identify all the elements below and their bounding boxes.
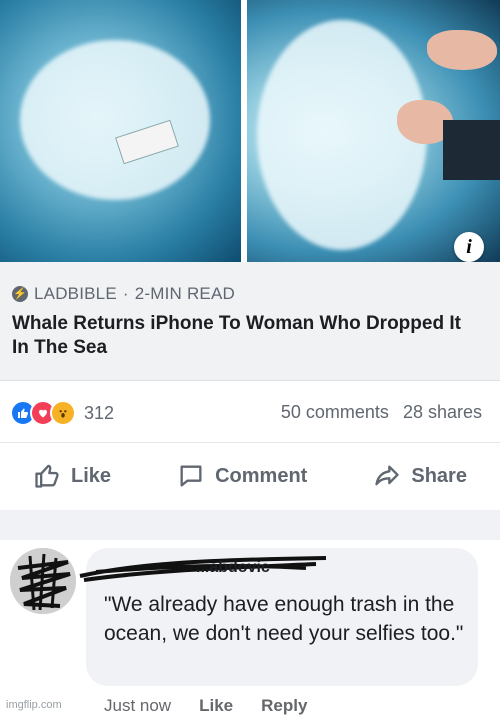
comment-like-link[interactable]: Like [199, 696, 233, 716]
thumbs-up-icon [35, 464, 59, 488]
engagement-stats: 312 50 comments 28 shares [0, 380, 500, 443]
source-name: LADBIBLE [34, 284, 117, 303]
avatar[interactable] [10, 548, 76, 614]
source-line: ⚡ LADBIBLE · 2-MIN READ [12, 284, 235, 304]
comment-time: Just now [104, 696, 172, 715]
share-label: Share [411, 464, 467, 487]
whale-photo-left [0, 0, 242, 262]
comment-label: Comment [215, 464, 308, 487]
share-button[interactable]: Share [373, 462, 467, 490]
read-time: 2-MIN READ [134, 284, 235, 303]
headline[interactable]: Whale Returns iPhone To Woman Who Droppe… [12, 312, 482, 360]
comment: ...abdovic "We already have enough trash… [0, 540, 500, 718]
reactions-summary[interactable]: 312 [10, 400, 114, 426]
stats-right: 50 comments 28 shares [281, 402, 482, 423]
whale-photo-right [247, 0, 500, 262]
like-label: Like [71, 464, 112, 487]
comments-count[interactable]: 50 comments [281, 402, 389, 423]
comment-actions: Just now Like Reply [104, 696, 307, 716]
scribbled-avatar-icon [10, 548, 76, 614]
reaction-count: 312 [84, 402, 115, 423]
comment-reply-link[interactable]: Reply [261, 696, 307, 716]
watermark: imgflip.com [6, 699, 62, 711]
separator: · [122, 284, 129, 303]
article-image[interactable]: i [0, 0, 500, 262]
hand-shape [427, 30, 498, 70]
info-button[interactable]: i [454, 232, 484, 262]
share-arrow-icon [375, 465, 400, 486]
whale-shape [20, 40, 210, 200]
shares-count[interactable]: 28 shares [403, 402, 482, 423]
section-divider [0, 510, 500, 540]
comment-button[interactable]: Comment [177, 462, 307, 490]
comment-author[interactable]: ...abdovic [196, 559, 270, 577]
wow-icon [50, 400, 76, 426]
comment-text: "We already have enough trash in the oce… [104, 593, 464, 645]
sleeve-shape [443, 120, 500, 180]
lightning-icon: ⚡ [12, 286, 28, 302]
comment-bubble: ...abdovic "We already have enough trash… [79, 548, 478, 686]
action-bar: Like Comment Share [0, 442, 500, 510]
like-button[interactable]: Like [33, 462, 111, 490]
speech-bubble-icon [180, 465, 202, 487]
link-preview[interactable]: ⚡ LADBIBLE · 2-MIN READ Whale Returns iP… [0, 262, 500, 381]
